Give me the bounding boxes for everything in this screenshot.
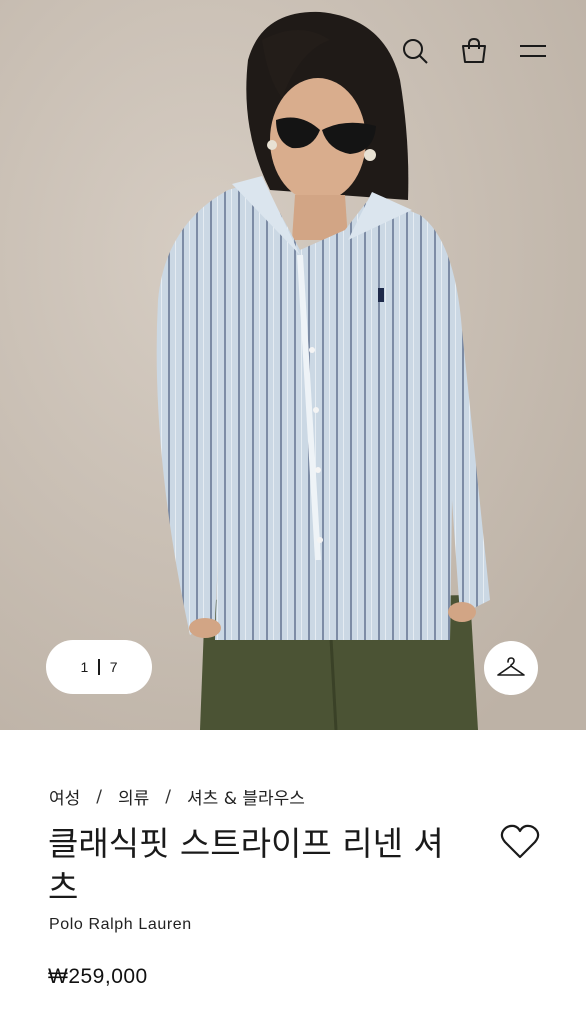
hanger-button[interactable] xyxy=(484,641,538,695)
image-counter: 1 7 xyxy=(46,640,152,694)
image-counter-current: 1 xyxy=(80,659,89,675)
heart-icon xyxy=(500,824,540,859)
wishlist-button[interactable] xyxy=(500,824,540,860)
brand-name[interactable]: Polo Ralph Lauren xyxy=(49,916,192,934)
shopping-bag-icon[interactable] xyxy=(457,34,491,68)
counter-divider xyxy=(98,659,100,675)
hamburger-menu-icon[interactable] xyxy=(516,34,550,68)
hanger-icon xyxy=(497,657,525,676)
product-image-carousel[interactable]: 1 7 xyxy=(0,0,586,730)
product-price: ₩259,000 xyxy=(48,965,148,988)
product-title: 클래식핏 스트라이프 리넨 셔츠 xyxy=(48,824,444,907)
breadcrumb-clothing[interactable]: 의류 xyxy=(118,784,149,809)
breadcrumb: 여성 / 의류 / 셔츠 & 블라우스 xyxy=(49,784,305,810)
product-info: 여성 / 의류 / 셔츠 & 블라우스 클래식핏 스트라이프 리넨 셔츠 Pol… xyxy=(0,730,586,1024)
breadcrumb-shirts-blouses[interactable]: 셔츠 & 블라우스 xyxy=(187,784,305,809)
breadcrumb-women[interactable]: 여성 xyxy=(49,784,80,809)
breadcrumb-separator: / xyxy=(165,786,172,807)
product-photo xyxy=(0,0,586,730)
search-icon[interactable] xyxy=(398,34,432,68)
image-counter-total: 7 xyxy=(109,659,118,675)
breadcrumb-separator: / xyxy=(96,786,103,807)
